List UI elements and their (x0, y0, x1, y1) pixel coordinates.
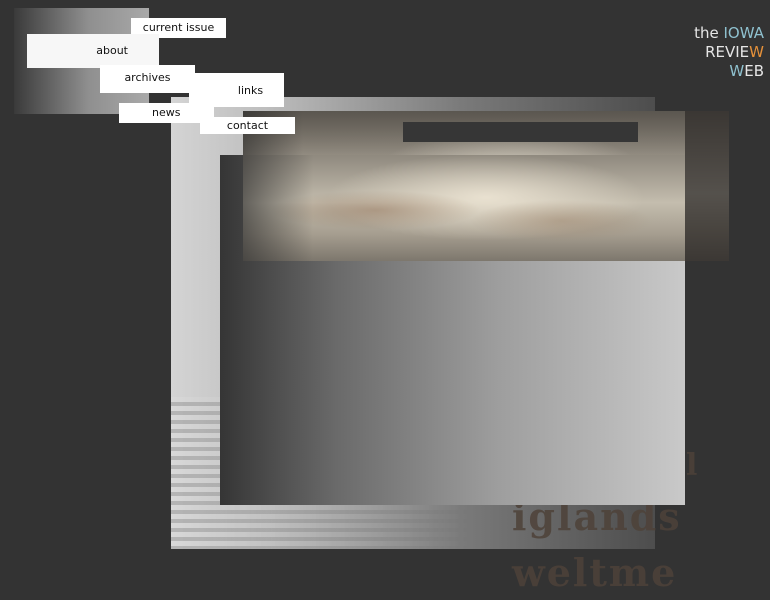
nav-contact[interactable]: contact (200, 117, 295, 134)
faded-text-line-1: l (686, 448, 700, 483)
banner-overlay-shade (243, 155, 313, 261)
logo-revie: REVIE (705, 43, 750, 61)
nav-archives[interactable]: archives (100, 65, 195, 93)
logo-line-2: REVIEW (664, 43, 764, 62)
logo-eb: EB (744, 62, 764, 80)
faded-text-line-3: weltme (512, 550, 678, 595)
logo-line-1: the IOWA (664, 24, 764, 43)
banner-right-shade (685, 111, 729, 261)
nav-about[interactable]: about (27, 34, 159, 68)
iowa-review-web-logo[interactable]: the IOWA REVIEW WEB (664, 24, 764, 81)
logo-web-w: W (729, 62, 745, 80)
logo-iowa: IOWA (723, 24, 764, 42)
logo-review-w: W (749, 43, 764, 61)
nav-links[interactable]: links (189, 73, 284, 107)
logo-the: the (694, 24, 724, 42)
search-input[interactable] (403, 122, 638, 142)
logo-line-3: WEB (664, 62, 764, 81)
